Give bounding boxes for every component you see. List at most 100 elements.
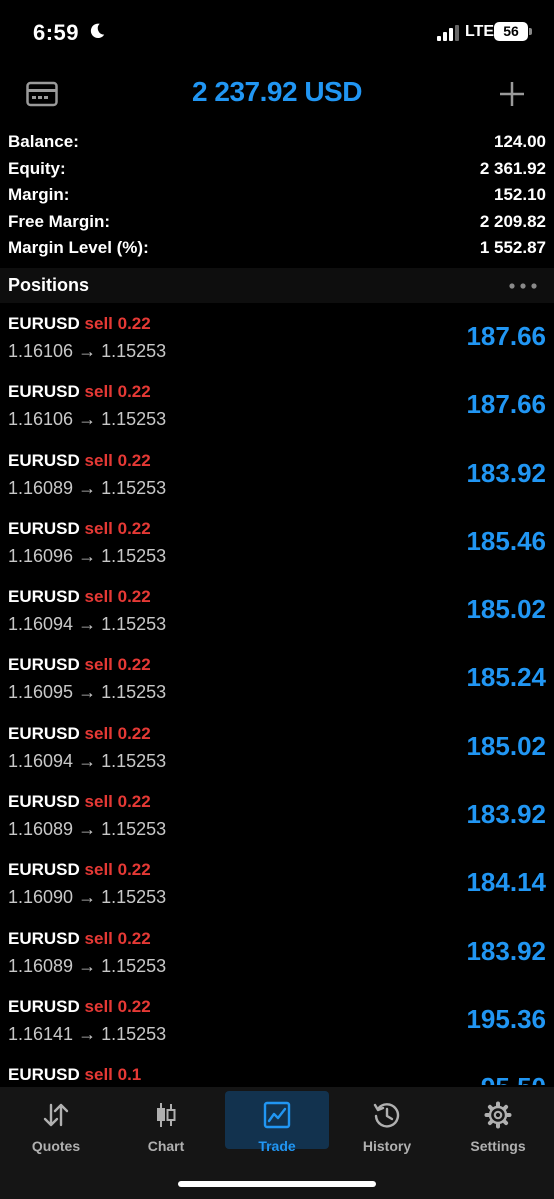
position-prices: 1.16096 → 1.15253 — [8, 545, 167, 566]
position-profit: 185.02 — [466, 594, 546, 625]
position-side: sell 0.22 — [84, 518, 151, 538]
tab-label: Chart — [147, 1138, 185, 1154]
position-row[interactable]: EURUSD sell 0.22 1.16089 → 1.15253 183.9… — [0, 920, 554, 988]
position-profit: 183.92 — [466, 799, 546, 830]
tab-history[interactable]: History — [335, 1091, 439, 1154]
history-icon — [373, 1103, 400, 1128]
position-profit: 183.92 — [466, 935, 546, 966]
position-side: sell 0.22 — [84, 860, 151, 880]
positions-header: Positions — [0, 268, 554, 303]
moon-icon — [90, 23, 105, 39]
summary-balance: Balance: 124.00 — [0, 128, 554, 155]
position-symbol: EURUSD — [8, 587, 80, 607]
summary-value: 2 361.92 — [479, 158, 546, 178]
account-header: 2 237.92 USD — [0, 70, 554, 118]
position-symbol: EURUSD — [8, 792, 80, 812]
position-prices: 1.16094 → 1.15253 — [8, 750, 167, 771]
summary-free-margin: Free Margin: 2 209.82 — [0, 208, 554, 235]
position-profit: 184.14 — [466, 867, 546, 898]
position-side: sell 0.1 — [84, 1065, 142, 1085]
position-symbol: EURUSD — [8, 655, 80, 675]
position-side: sell 0.22 — [84, 723, 151, 743]
position-symbol: EURUSD — [8, 1065, 80, 1085]
tab-settings[interactable]: Settings — [446, 1091, 550, 1154]
position-row[interactable]: EURUSD sell 0.22 1.16095 → 1.15253 185.2… — [0, 646, 554, 714]
position-row[interactable]: EURUSD sell 0.1 95.50 — [0, 1056, 554, 1085]
plus-icon[interactable] — [498, 80, 526, 108]
position-symbol: EURUSD — [8, 314, 80, 333]
summary-value: 2 209.82 — [479, 211, 546, 231]
position-prices: 1.16106 → 1.15253 — [8, 409, 167, 430]
position-row[interactable]: EURUSD sell 0.22 1.16106 → 1.15253 187.6… — [0, 373, 554, 441]
position-prices: 1.16090 → 1.15253 — [8, 887, 167, 908]
summary-value: 124.00 — [494, 132, 546, 151]
position-row[interactable]: EURUSD sell 0.22 1.16089 → 1.15253 183.9… — [0, 442, 554, 510]
position-prices: 1.16089 → 1.15253 — [8, 819, 167, 840]
tab-trade[interactable]: Trade — [225, 1091, 329, 1154]
tab-label: Quotes — [31, 1138, 81, 1154]
position-symbol: EURUSD — [8, 996, 80, 1016]
position-symbol: EURUSD — [8, 450, 80, 470]
tab-chart[interactable]: Chart — [114, 1091, 218, 1154]
position-side: sell 0.22 — [84, 655, 151, 675]
tab-label: Settings — [470, 1138, 526, 1154]
position-side: sell 0.22 — [84, 792, 151, 812]
position-prices: 1.16094 → 1.15253 — [8, 614, 167, 635]
status-time: 6:59 — [33, 20, 80, 45]
summary-margin: Margin: 152.10 — [0, 181, 554, 208]
network-type: LTE — [465, 23, 495, 40]
position-prices: 1.16141 → 1.15253 — [8, 1023, 167, 1044]
more-options-icon[interactable] — [509, 283, 537, 289]
signal-icon — [437, 25, 459, 41]
position-row[interactable]: EURUSD sell 0.22 1.16096 → 1.15253 185.4… — [0, 510, 554, 578]
position-row[interactable]: EURUSD sell 0.22 1.16090 → 1.15253 184.1… — [0, 851, 554, 919]
position-row[interactable]: EURUSD sell 0.22 1.16106 → 1.15253 187.6… — [0, 305, 554, 373]
position-side: sell 0.22 — [84, 314, 151, 333]
trade-icon — [263, 1101, 291, 1129]
account-summary: Balance: 124.00 Equity: 2 361.92 Margin:… — [0, 128, 554, 261]
position-prices: 1.16089 → 1.15253 — [8, 477, 167, 498]
quotes-icon — [43, 1103, 69, 1127]
position-row[interactable]: EURUSD sell 0.22 1.16141 → 1.15253 195.3… — [0, 988, 554, 1056]
position-profit: 95.50 — [481, 1072, 546, 1085]
position-side: sell 0.22 — [84, 382, 151, 402]
position-profit: 187.66 — [466, 321, 546, 351]
position-profit: 183.92 — [466, 457, 546, 488]
chart-icon — [157, 1103, 176, 1127]
position-symbol: EURUSD — [8, 518, 80, 538]
account-equity-title: 2 237.92 USD — [192, 76, 362, 107]
summary-label: Margin Level (%): — [8, 238, 149, 258]
position-row[interactable]: EURUSD sell 0.22 1.16094 → 1.15253 185.0… — [0, 715, 554, 783]
positions-title: Positions — [8, 275, 90, 295]
position-profit: 185.02 — [466, 730, 546, 761]
position-profit: 185.24 — [466, 662, 546, 693]
position-side: sell 0.22 — [84, 928, 151, 948]
tab-label: Trade — [258, 1138, 296, 1154]
gear-icon — [484, 1101, 512, 1129]
position-row[interactable]: EURUSD sell 0.22 1.16089 → 1.15253 183.9… — [0, 783, 554, 851]
tab-quotes[interactable]: Quotes — [4, 1091, 108, 1154]
summary-value: 152.10 — [494, 185, 546, 205]
position-prices: 1.16106 → 1.15253 — [8, 341, 167, 361]
summary-margin-level: Margin Level (%): 1 552.87 — [0, 234, 554, 261]
position-symbol: EURUSD — [8, 723, 80, 743]
tab-label: History — [362, 1138, 412, 1154]
position-symbol: EURUSD — [8, 382, 80, 402]
summary-equity: Equity: 2 361.92 — [0, 155, 554, 182]
summary-label: Free Margin: — [8, 211, 111, 231]
position-side: sell 0.22 — [84, 587, 151, 607]
summary-label: Balance: — [8, 132, 79, 151]
summary-label: Margin: — [8, 185, 70, 205]
position-prices: 1.16095 → 1.15253 — [8, 682, 167, 703]
position-profit: 195.36 — [466, 1003, 546, 1034]
summary-value: 1 552.87 — [479, 238, 546, 258]
position-profit: 187.66 — [466, 389, 546, 420]
position-side: sell 0.22 — [84, 450, 151, 470]
battery-icon: 56 — [494, 22, 528, 41]
status-bar: 6:59 LTE 56 — [0, 0, 554, 66]
home-indicator[interactable] — [178, 1181, 376, 1187]
position-side: sell 0.22 — [84, 996, 151, 1016]
position-row[interactable]: EURUSD sell 0.22 1.16094 → 1.15253 185.0… — [0, 578, 554, 646]
positions-list[interactable]: EURUSD sell 0.22 1.16106 → 1.15253 187.6… — [0, 305, 554, 1085]
position-profit: 185.46 — [466, 525, 546, 556]
